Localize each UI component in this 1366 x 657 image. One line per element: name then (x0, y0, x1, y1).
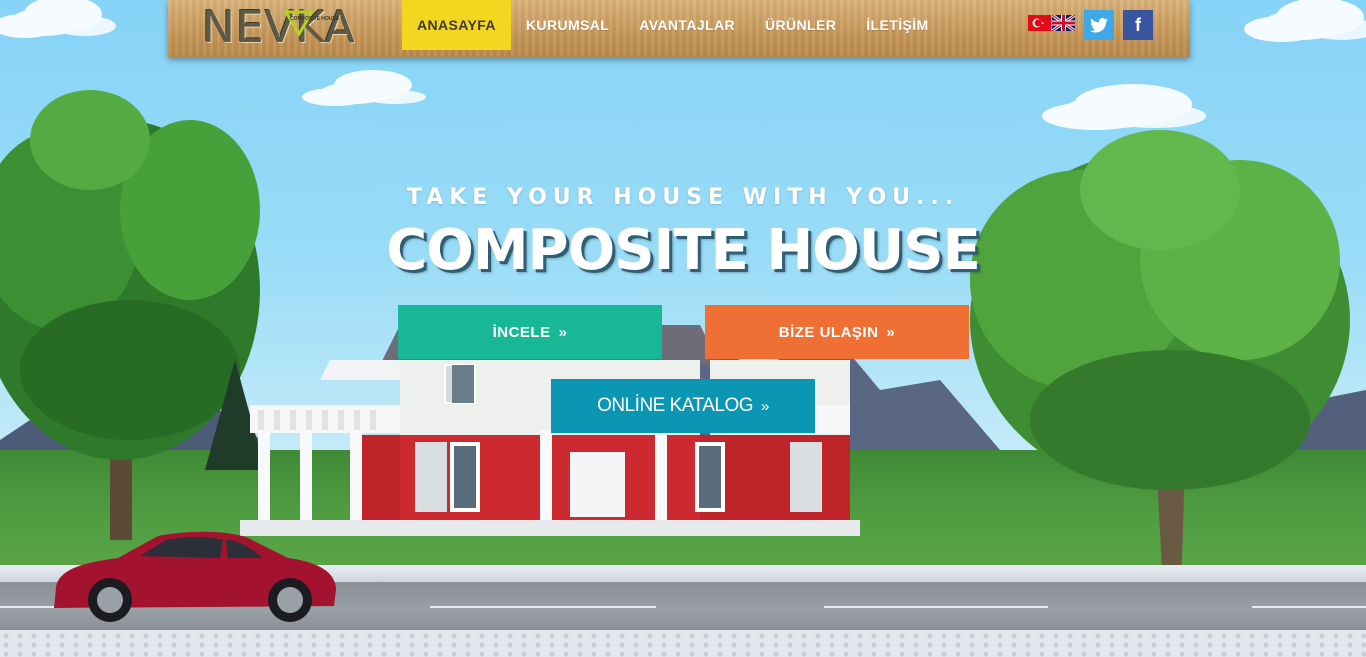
nav-item-iletisim[interactable]: İLETİŞİM (851, 0, 943, 50)
twitter-icon (1090, 17, 1108, 33)
main-nav: ANASAYFA KURUMSAL AVANTAJLAR ÜRÜNLER İLE… (402, 0, 944, 50)
logo-subtext: COMPOSITE HOUSE (290, 16, 340, 22)
logo[interactable]: NEVKA COMPOSITE HOUSE (202, 4, 356, 52)
pavement (0, 630, 1366, 657)
tr-flag-icon[interactable] (1028, 15, 1051, 31)
nav-item-kurumsal[interactable]: KURUMSAL (511, 0, 624, 50)
incele-button-label: İNCELE (492, 323, 551, 341)
facebook-icon: f (1135, 14, 1141, 35)
cloud (10, 8, 80, 36)
lane-marking (824, 606, 1048, 608)
nav-item-anasayfa[interactable]: ANASAYFA (402, 0, 511, 50)
lane-marking (1252, 606, 1366, 608)
nav-item-avantajlar[interactable]: AVANTAJLAR (624, 0, 750, 50)
contact-button[interactable]: BİZE ULAŞIN » (705, 305, 969, 359)
lane-marking (430, 606, 656, 608)
online-catalog-button-label: ONLİNE KATALOG (597, 395, 754, 416)
logo-triangle-icon (284, 10, 314, 36)
en-flag-icon[interactable] (1052, 15, 1075, 31)
header-bar: NEVKA COMPOSITE HOUSE ANASAYFA KURUMSAL … (168, 0, 1190, 57)
twitter-button[interactable] (1084, 10, 1114, 40)
hero-background (0, 0, 1366, 657)
cloud (1060, 96, 1170, 128)
contact-button-label: BİZE ULAŞIN (778, 323, 879, 341)
nav-item-urunler[interactable]: ÜRÜNLER (750, 0, 851, 50)
chevron-right-icon: » (558, 323, 568, 341)
online-catalog-button[interactable]: ONLİNE KATALOG » (551, 379, 815, 433)
facebook-button[interactable]: f (1123, 10, 1153, 40)
logo-text: NEVKA (202, 2, 356, 53)
car-image (54, 531, 336, 622)
hero-tagline: TAKE YOUR HOUSE WITH YOU... (406, 185, 960, 210)
hero-headline: COMPOSITE HOUSE (386, 218, 981, 283)
cloud (1262, 10, 1342, 40)
chevron-right-icon: » (886, 323, 896, 341)
chevron-right-icon: » (761, 397, 769, 415)
cloud (320, 82, 390, 104)
incele-button[interactable]: İNCELE » (398, 305, 662, 359)
